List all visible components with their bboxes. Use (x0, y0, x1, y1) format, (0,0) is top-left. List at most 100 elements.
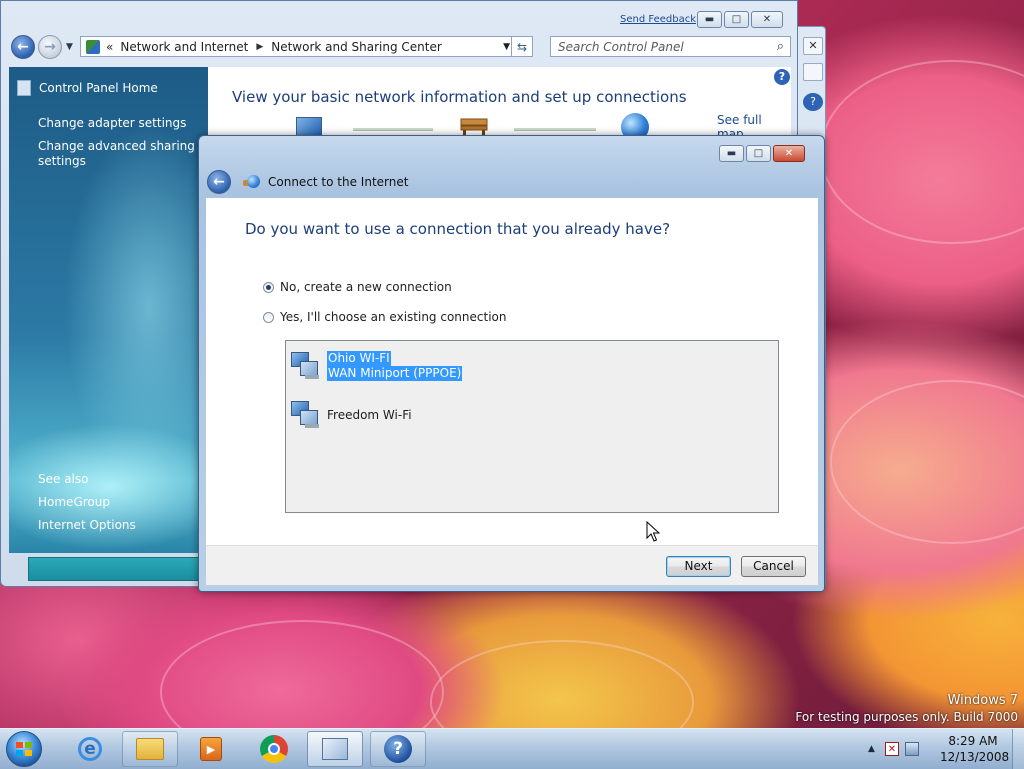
taskbar-help[interactable]: ? (370, 731, 426, 767)
address-bar[interactable]: « Network and Internet ▶ Network and Sha… (80, 36, 517, 57)
wallpaper-petal (830, 380, 1024, 544)
action-center-flag-icon[interactable]: ✕ (884, 742, 899, 756)
close-icon[interactable]: ✕ (803, 37, 823, 55)
connection-label[interactable]: Freedom Wi-Fi (327, 408, 412, 423)
chrome-icon (260, 735, 288, 763)
see-also-heading: See also (38, 472, 89, 486)
page-title: View your basic network information and … (232, 88, 687, 106)
radio-create-new[interactable] (263, 281, 274, 293)
wallpaper-petal (430, 640, 694, 728)
refresh-icon: ⇆ (516, 39, 528, 54)
connection-label[interactable]: Ohio WI-FI WAN Miniport (PPPOE) (327, 351, 463, 381)
recent-pages-chevron-icon[interactable]: ▼ (66, 42, 73, 52)
clock-date: 12/13/2008 (940, 750, 1010, 764)
help-support-icon: ? (384, 735, 412, 763)
option-create-new-connection[interactable]: No, create a new connection (263, 280, 452, 294)
computer-icon[interactable] (296, 117, 322, 137)
maximize-button[interactable]: □ (724, 11, 749, 28)
help-icon[interactable]: ? (803, 93, 823, 111)
radio-choose-existing[interactable] (263, 311, 274, 323)
show-desktop-button[interactable] (1012, 729, 1024, 769)
start-button[interactable] (6, 731, 42, 767)
option-label[interactable]: No, create a new connection (280, 280, 452, 294)
existing-connections-list[interactable]: Ohio WI-FI WAN Miniport (PPPOE) Freedom … (285, 340, 779, 513)
next-button[interactable]: Next (666, 556, 731, 577)
show-hidden-icons-chevron-icon[interactable]: ▲ (868, 744, 875, 754)
mouse-cursor-icon (646, 521, 660, 542)
breadcrumb-network-sharing-center[interactable]: Network and Sharing Center (271, 40, 442, 54)
dialog-body: Do you want to use a connection that you… (206, 198, 818, 545)
wallpaper-petal (160, 620, 444, 728)
network-bench-icon[interactable] (459, 117, 489, 135)
folder-icon (136, 738, 164, 760)
search-icon[interactable]: ⌕ (777, 39, 784, 54)
dialog-header: ← Connect to the Internet (207, 169, 408, 195)
option-choose-existing-connection[interactable]: Yes, I'll choose an existing connection (263, 310, 506, 324)
maximize-button[interactable]: □ (746, 145, 771, 162)
sidebar-item-change-adapter-settings[interactable]: Change adapter settings (38, 116, 198, 131)
dialog-title: Connect to the Internet (268, 175, 409, 189)
windows-watermark: Windows 7 For testing purposes only. Bui… (795, 692, 1018, 726)
sidebar-item-control-panel-home[interactable]: Control Panel Home (17, 80, 158, 96)
wallpaper-petal (820, 60, 1024, 244)
taskbar-chrome[interactable] (246, 731, 302, 767)
taskbar-clock[interactable]: 8:29 AM 12/13/2008 (940, 733, 1010, 765)
dialog-question: Do you want to use a connection that you… (245, 220, 671, 238)
breadcrumb-prefix[interactable]: « (106, 40, 113, 54)
list-item[interactable]: Ohio WI-FI WAN Miniport (PPPOE) (291, 351, 463, 381)
taskbar: e ▶ ? ▲ ✕ 8:29 AM 12/13/2008 (0, 728, 1024, 769)
connection-name[interactable]: Freedom Wi-Fi (327, 408, 412, 422)
network-status-icon[interactable] (904, 742, 919, 756)
list-item[interactable]: Freedom Wi-Fi (291, 400, 412, 429)
arrow-left-icon: ← (213, 174, 225, 190)
help-icon[interactable]: ? (774, 69, 790, 85)
send-feedback-link[interactable]: Send Feedback (620, 14, 696, 25)
arrow-left-icon: ← (17, 39, 29, 55)
back-button[interactable]: ← (11, 35, 35, 59)
internet-explorer-icon: e (78, 737, 102, 761)
breadcrumb-network-and-internet[interactable]: Network and Internet (120, 40, 248, 54)
control-panel-home-icon (17, 80, 31, 96)
breadcrumb-separator-icon[interactable]: ▶ (256, 42, 263, 52)
option-label[interactable]: Yes, I'll choose an existing connection (280, 310, 506, 324)
forward-button[interactable]: → (38, 35, 62, 59)
window-caption-buttons: ▬ □ ✕ (697, 11, 783, 28)
network-map-line (514, 128, 596, 131)
windows-logo-icon (16, 742, 32, 756)
address-dropdown-icon[interactable]: ▼ (503, 42, 510, 52)
sidebar-item-internet-options[interactable]: Internet Options (38, 518, 198, 533)
dialog-back-button[interactable]: ← (207, 170, 231, 194)
network-connection-icon (291, 352, 321, 380)
search-placeholder: Search Control Panel (558, 39, 684, 54)
network-center-icon (322, 738, 348, 760)
refresh-button[interactable]: ⇆ (511, 36, 533, 57)
connection-device[interactable]: WAN Miniport (PPPOE) (327, 366, 463, 381)
search-fragment (803, 63, 823, 81)
media-player-icon: ▶ (200, 737, 222, 761)
control-panel-icon (86, 39, 100, 54)
clock-time: 8:29 AM (948, 734, 998, 748)
network-connection-icon (291, 401, 321, 429)
search-input[interactable]: Search Control Panel ⌕ (550, 36, 791, 57)
sidebar-home-label: Control Panel Home (39, 81, 158, 95)
connect-internet-icon (243, 175, 261, 189)
taskbar-network-window[interactable] (307, 731, 363, 767)
watermark-build: For testing purposes only. Build 7000 (795, 710, 1018, 724)
sidebar-item-change-advanced-sharing[interactable]: Change advanced sharing settings (38, 139, 198, 169)
taskbar-media-player[interactable]: ▶ (183, 731, 239, 767)
network-map-line (353, 128, 433, 131)
connection-name[interactable]: Ohio WI-FI (327, 351, 391, 366)
cancel-button[interactable]: Cancel (741, 556, 806, 577)
taskbar-windows-explorer[interactable] (122, 731, 178, 767)
dialog-footer: Next Cancel (206, 545, 818, 585)
close-button[interactable]: ✕ (773, 145, 805, 162)
close-button[interactable]: ✕ (751, 11, 783, 28)
watermark-title: Windows 7 (947, 693, 1018, 708)
navigation-bar: ← → ▼ « Network and Internet ▶ Network a… (9, 34, 791, 60)
sidebar-item-homegroup[interactable]: HomeGroup (38, 495, 198, 510)
system-tray: ▲ ✕ (868, 729, 919, 769)
minimize-button[interactable]: ▬ (719, 145, 744, 162)
minimize-button[interactable]: ▬ (697, 11, 722, 28)
taskbar-internet-explorer[interactable]: e (62, 731, 118, 767)
connect-to-internet-dialog[interactable]: ▬ □ ✕ ← Connect to the Internet Do you w… (198, 135, 825, 592)
